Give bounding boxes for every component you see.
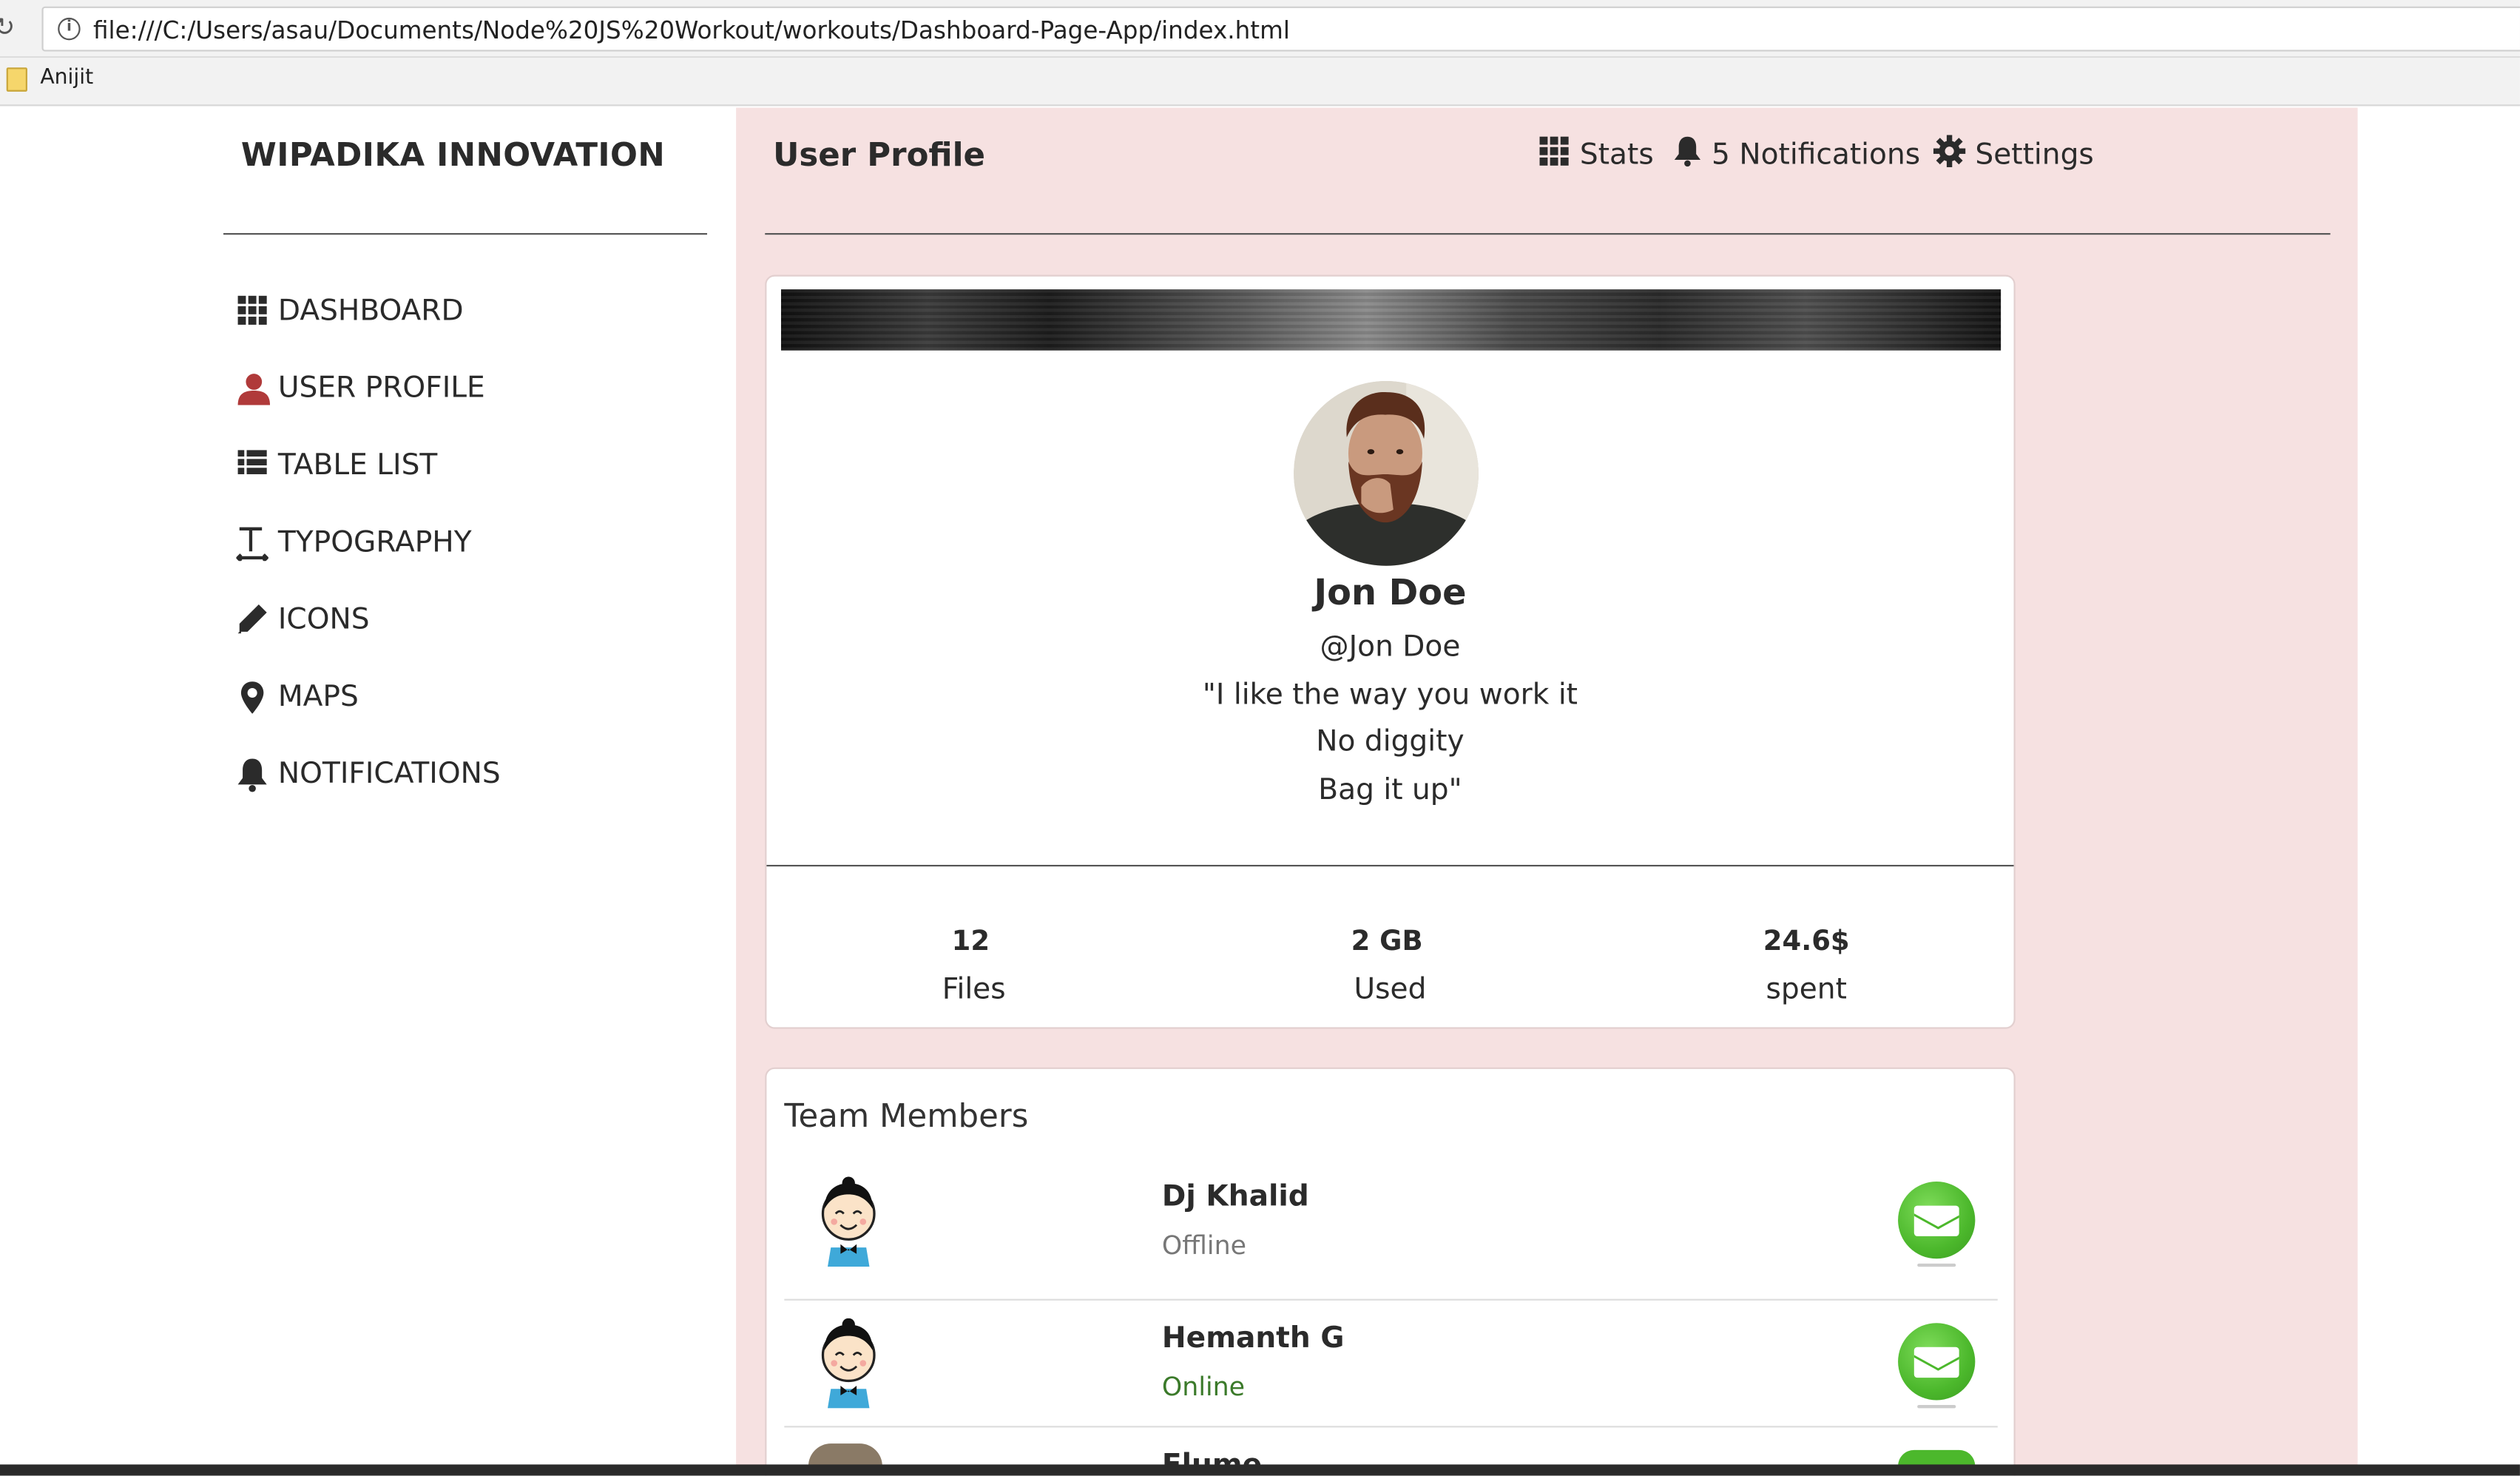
text-icon — [235, 526, 269, 562]
envelope-icon — [1913, 1205, 1959, 1236]
stat-used-label: Used — [1354, 972, 1427, 1007]
screen: ↻ i file:///C:/Users/asau/Documents/Node… — [0, 0, 2520, 1476]
url-text[interactable]: file:///C:/Users/asau/Documents/Node%20J… — [93, 16, 1290, 45]
member-divider — [784, 1426, 1998, 1428]
mail-button-shadow — [1917, 1263, 1956, 1267]
bell-icon — [1673, 132, 1702, 176]
settings-label: Settings — [1975, 137, 2094, 172]
member-status: Offline — [1161, 1230, 1247, 1261]
team-members-title: Team Members — [784, 1096, 1029, 1135]
gear-icon — [1933, 134, 1966, 174]
stat-files-label: Files — [942, 972, 1006, 1007]
sidebar-item-icons[interactable]: ICONS — [236, 596, 370, 641]
mail-button[interactable] — [1898, 1449, 1976, 1466]
notifications-link[interactable]: 5 Notifications — [1673, 133, 1920, 175]
url-field[interactable]: i file:///C:/Users/asau/Documents/Node%2… — [41, 6, 2520, 52]
reload-icon[interactable]: ↻ — [0, 11, 26, 43]
sidebar-item-user-profile[interactable]: USER PROFILE — [236, 365, 485, 410]
sidebar-item-label: DASHBOARD — [277, 293, 464, 328]
sidebar-item-label: NOTIFICATIONS — [277, 756, 501, 790]
bookmarks-bar — [0, 58, 2520, 107]
sidebar-item-label: MAPS — [277, 679, 359, 713]
user-icon — [236, 371, 271, 405]
profile-quote-line: Bag it up" — [1318, 773, 1462, 807]
stats-label: Stats — [1579, 137, 1654, 172]
mail-button[interactable] — [1898, 1323, 1976, 1409]
sidebar-item-typography[interactable]: TYPOGRAPHY — [235, 519, 472, 565]
stat-spent-value: 24.6$ — [1763, 926, 1850, 958]
stat-files-value: 12 — [951, 926, 990, 958]
member-name: Dj Khalid — [1161, 1179, 1309, 1214]
page-title: User Profile — [773, 135, 986, 174]
sidebar-item-label: TYPOGRAPHY — [277, 525, 472, 559]
mail-button[interactable] — [1898, 1182, 1976, 1267]
grid-icon — [236, 294, 268, 326]
member-avatar — [815, 1318, 882, 1409]
profile-name: Jon Doe — [1314, 573, 1467, 615]
stat-spent-label: spent — [1766, 972, 1847, 1007]
mail-button-shadow — [1917, 1405, 1956, 1409]
profile-quote-line: "I like the way you work it — [1202, 678, 1578, 712]
profile-divider — [766, 864, 2014, 867]
folder-icon[interactable] — [6, 67, 27, 92]
member-status: Online — [1161, 1371, 1246, 1402]
member-avatar — [808, 1443, 882, 1466]
sidebar-item-table-list[interactable]: TABLE LIST — [236, 442, 437, 488]
sidebar-item-label: USER PROFILE — [277, 370, 485, 405]
sidebar-divider — [223, 233, 708, 235]
list-icon — [236, 448, 268, 480]
grid-icon — [1538, 134, 1570, 174]
member-divider — [784, 1298, 1998, 1301]
profile-avatar — [1294, 380, 1479, 566]
profile-cover-image — [780, 289, 2002, 351]
sidebar-item-label: ICONS — [277, 601, 370, 636]
member-avatar — [815, 1176, 882, 1267]
brand-title[interactable]: WIPADIKA INNOVATION — [241, 135, 665, 174]
map-pin-icon — [236, 680, 268, 714]
bookmark-anijit[interactable]: Anijit — [40, 66, 93, 90]
settings-link[interactable]: Settings — [1933, 133, 2094, 175]
pencil-icon — [236, 603, 268, 635]
sidebar-item-maps[interactable]: MAPS — [236, 673, 359, 718]
sidebar-item-notifications[interactable]: NOTIFICATIONS — [236, 751, 501, 796]
stats-link[interactable]: Stats — [1538, 133, 1654, 175]
envelope-icon — [1913, 1347, 1959, 1378]
taskbar-edge — [0, 1464, 2520, 1476]
bell-icon — [236, 757, 268, 792]
notifications-label: 5 Notifications — [1712, 137, 1921, 172]
stat-used-value: 2 GB — [1351, 926, 1423, 958]
header-divider — [765, 233, 2331, 235]
address-bar: ↻ i file:///C:/Users/asau/Documents/Node… — [0, 0, 2520, 58]
sidebar-item-label: TABLE LIST — [277, 448, 438, 482]
member-name: Hemanth G — [1161, 1321, 1345, 1355]
profile-handle: @Jon Doe — [1320, 630, 1461, 664]
sidebar-item-dashboard[interactable]: DASHBOARD — [236, 288, 464, 333]
info-icon[interactable]: i — [58, 17, 81, 41]
profile-quote-line: No diggity — [1316, 724, 1465, 759]
